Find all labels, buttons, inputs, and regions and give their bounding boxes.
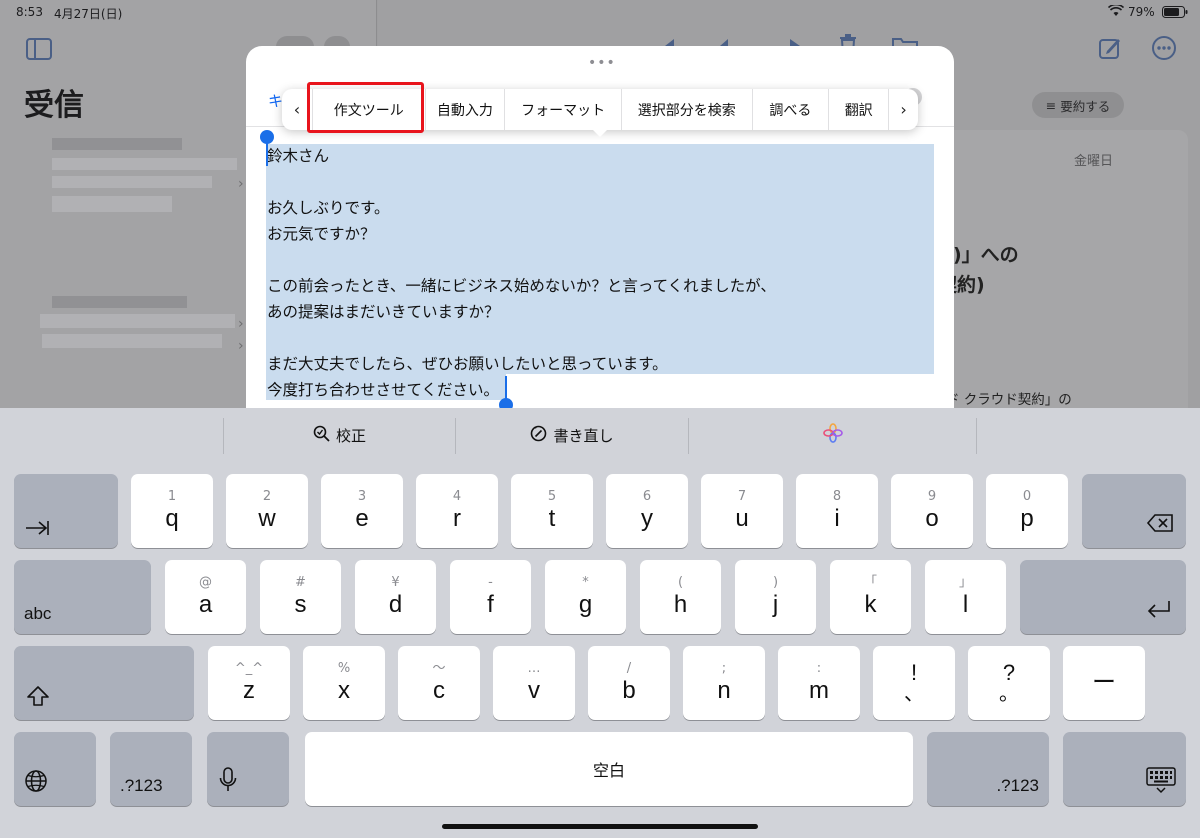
key-q[interactable]: 1q <box>131 474 213 548</box>
delete-backward-icon <box>1146 513 1174 538</box>
selection-start-caret <box>266 142 268 166</box>
menu-item-look-up[interactable]: 調べる <box>751 89 829 130</box>
shift-key[interactable] <box>14 646 194 720</box>
key-x[interactable]: % x <box>303 646 385 720</box>
hide-keyboard-key[interactable] <box>1063 732 1186 806</box>
selection-end-caret <box>505 376 507 400</box>
message-date: 金曜日 <box>1074 154 1114 169</box>
microphone-icon <box>219 767 237 798</box>
key-t[interactable]: 5t <box>511 474 593 548</box>
key-u[interactable]: 7u <box>701 474 783 548</box>
numbers-key-left[interactable]: .?123 <box>110 732 192 806</box>
summarize-button[interactable]: ≡ 要約する <box>1032 92 1124 118</box>
key-n[interactable]: ; n <box>683 646 765 720</box>
menu-item-autofill[interactable]: 自動入力 <box>424 89 505 130</box>
magnifier-check-icon <box>313 425 330 446</box>
home-indicator[interactable] <box>442 824 758 829</box>
selection-end-handle[interactable] <box>499 398 513 408</box>
key-v[interactable]: … v <box>493 646 575 720</box>
edit-menu-pointer <box>592 129 608 137</box>
wifi-icon <box>1107 3 1125 20</box>
summary-lines-icon: ≡ <box>1045 97 1057 113</box>
key-f[interactable]: -f <box>450 560 531 634</box>
annotation-highlight-box <box>307 82 424 133</box>
menu-item-translate[interactable]: 翻訳 <box>828 89 888 130</box>
numbers-key-right[interactable]: .?123 <box>927 732 1049 806</box>
text-selection-highlight <box>266 144 934 374</box>
proofread-button[interactable]: 校正 <box>224 408 455 462</box>
edit-menu-next-button[interactable]: › <box>888 89 918 130</box>
globe-key[interactable] <box>14 732 96 806</box>
key-p[interactable]: 0p <box>986 474 1068 548</box>
status-time: 8:53 <box>16 5 43 19</box>
rewrite-button[interactable]: 書き直し <box>456 408 688 462</box>
key-m[interactable]: :m <box>778 646 860 720</box>
message-card <box>938 130 1188 408</box>
key-w[interactable]: 2w <box>226 474 308 548</box>
menu-item-find-selection[interactable]: 選択部分を検索 <box>620 89 752 130</box>
key-a[interactable]: @ a <box>165 560 246 634</box>
chevron-left-icon: ‹ <box>293 100 301 119</box>
keyboard-suggestion-bar: 校正 書き直し <box>0 408 1200 462</box>
return-icon <box>1146 599 1172 624</box>
chevron-right-icon: › <box>238 176 244 192</box>
key-y[interactable]: 6y <box>606 474 688 548</box>
key-c[interactable]: 〜 c <box>398 646 480 720</box>
dictation-key[interactable] <box>207 732 289 806</box>
tab-key[interactable] <box>14 474 118 548</box>
body-line: 鈴木さん <box>267 147 330 165</box>
battery-percent: 79% <box>1128 5 1155 19</box>
key-comma[interactable]: !、 <box>873 646 955 720</box>
rewrite-circle-icon <box>530 425 547 446</box>
key-r[interactable]: 4r <box>416 474 498 548</box>
battery-icon <box>1162 6 1188 21</box>
key-l[interactable]: 」 l <box>925 560 1006 634</box>
space-key[interactable]: 空白 <box>305 732 913 806</box>
body-line: お久しぶりです。 <box>267 199 390 217</box>
delete-key[interactable] <box>1082 474 1186 548</box>
body-line: あの提案はまだいきていますか？ <box>267 303 500 321</box>
body-line: 今度打ち合わせさせてください。 <box>267 381 500 399</box>
writing-tools-button[interactable] <box>689 408 976 462</box>
key-i[interactable]: 8i <box>796 474 878 548</box>
compose-icon[interactable] <box>1098 36 1122 65</box>
key-e[interactable]: 3e <box>321 474 403 548</box>
body-line: まだ大丈夫でしたら、ぜひお願いしたいと思っています。 <box>267 355 668 373</box>
tab-icon <box>24 519 50 542</box>
keyboard-dismiss-icon <box>1146 767 1176 800</box>
key-d[interactable]: ¥ d <box>355 560 436 634</box>
body-line: この前会ったとき、一緒にビジネス始めないか？と言ってくれましたが、 <box>267 277 776 295</box>
chevron-right-icon: › <box>238 338 244 354</box>
cancel-button[interactable]: キ <box>268 90 283 111</box>
key-o[interactable]: 9o <box>891 474 973 548</box>
key-k[interactable]: 「k <box>830 560 911 634</box>
key-h[interactable]: (h <box>640 560 721 634</box>
software-keyboard: 校正 書き直し 1q 2w 3e 4r 5t 6y 7 u 8 i 9 o 0 … <box>0 408 1200 838</box>
globe-icon <box>24 769 48 798</box>
key-period[interactable]: ?。 <box>968 646 1050 720</box>
status-date: 4月27日(日) <box>54 7 123 21</box>
return-key[interactable] <box>1020 560 1186 634</box>
menu-item-format[interactable]: フォーマット <box>504 89 621 130</box>
key-long-dash[interactable]: ー <box>1063 646 1145 720</box>
key-g[interactable]: * g <box>545 560 626 634</box>
chevron-right-icon: › <box>900 100 907 119</box>
abc-key[interactable]: abc <box>14 560 151 634</box>
sidebar-toggle-icon[interactable] <box>26 38 52 65</box>
message-snippet: ド クラウド契約」の <box>946 392 1072 408</box>
key-b[interactable]: / b <box>588 646 670 720</box>
sheet-grabber[interactable]: ••• <box>588 55 616 71</box>
more-icon[interactable] <box>1152 36 1176 65</box>
shift-icon <box>26 685 50 712</box>
key-z[interactable]: ^_^ z <box>208 646 290 720</box>
body-line: お元気ですか？ <box>267 225 376 243</box>
mailbox-title: 受信 <box>24 88 84 123</box>
key-s[interactable]: # s <box>260 560 341 634</box>
suggestion-divider <box>976 418 977 454</box>
apple-intelligence-icon <box>822 423 843 447</box>
key-j[interactable]: ) j <box>735 560 816 634</box>
chevron-right-icon: › <box>238 316 244 332</box>
